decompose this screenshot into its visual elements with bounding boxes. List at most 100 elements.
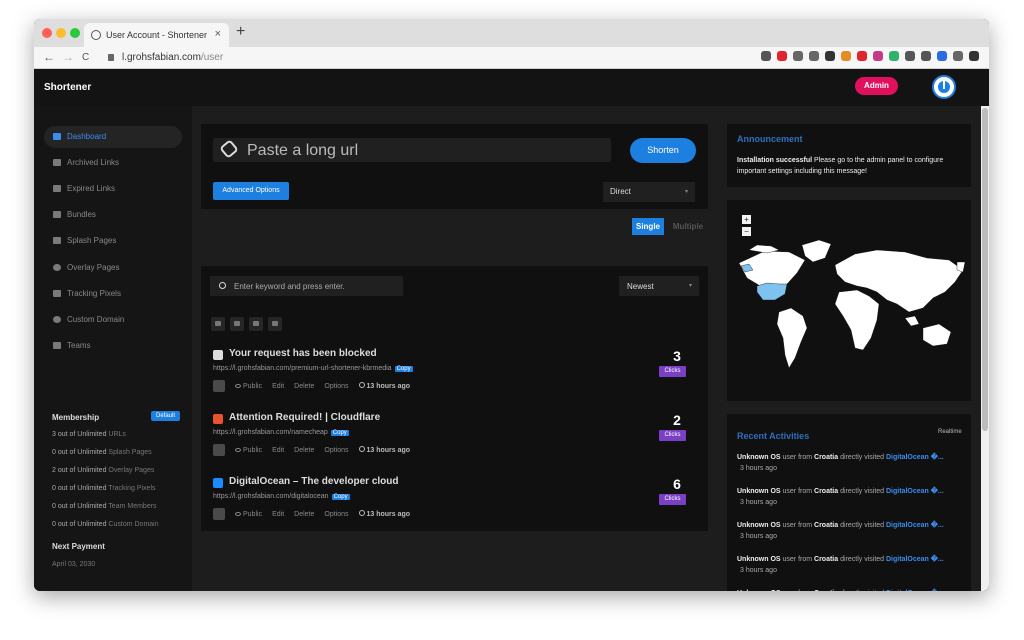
advanced-options-button[interactable]: Advanced Options (213, 182, 289, 200)
address-bar[interactable]: l.grohsfabian.com/user (102, 49, 662, 67)
delete-link[interactable]: Delete (294, 447, 314, 454)
page-scrollbar[interactable] (981, 106, 989, 591)
edit-link[interactable]: Edit (272, 383, 284, 390)
brand-logo[interactable]: Shortener (44, 82, 91, 93)
options-link[interactable]: Options (324, 447, 348, 454)
world-map[interactable] (727, 200, 971, 401)
power-icon[interactable] (932, 75, 956, 99)
extension-icon[interactable] (761, 51, 771, 61)
long-url-field[interactable]: Paste a long url (213, 138, 611, 162)
extension-icon[interactable] (889, 51, 899, 61)
row-checkbox[interactable] (213, 444, 225, 456)
delete-link[interactable]: Delete (294, 383, 314, 390)
realtime-label: Realtime (938, 429, 962, 435)
extension-icon[interactable] (953, 51, 963, 61)
reload-button[interactable]: C (82, 52, 89, 63)
click-count: 2 (673, 412, 681, 428)
search-input[interactable]: Enter keyword and press enter. (234, 282, 345, 291)
extension-icon[interactable] (905, 51, 915, 61)
long-url-input[interactable]: Paste a long url (247, 142, 358, 160)
visited-link[interactable]: DigitalOcean �... (886, 556, 944, 563)
extension-icon[interactable] (825, 51, 835, 61)
sidebar-item-bundles[interactable]: Bundles (44, 204, 182, 226)
shorten-button[interactable]: Shorten (630, 138, 696, 163)
visibility-toggle[interactable]: Public (235, 447, 262, 454)
link-meta: Public Edit Delete Options 13 hours ago (213, 508, 410, 520)
sidebar-item-dashboard[interactable]: Dashboard (44, 126, 182, 148)
folder-icon[interactable] (249, 317, 263, 331)
clicks-badge[interactable]: Clicks (659, 430, 686, 441)
multiple-mode-tab[interactable]: Multiple (668, 218, 708, 235)
extension-icon[interactable] (921, 51, 931, 61)
copy-button[interactable]: Copy (331, 494, 350, 500)
announcement-title: Announcement (737, 134, 803, 144)
site-favicon-icon (213, 350, 223, 360)
short-url[interactable]: https://l.grohsfabian.com/digitalocean Co… (213, 493, 350, 500)
trash-icon[interactable] (268, 317, 282, 331)
options-link[interactable]: Options (324, 511, 348, 518)
admin-button[interactable]: Admin (855, 77, 898, 95)
clicks-badge[interactable]: Clicks (659, 366, 686, 377)
extension-icon[interactable] (937, 51, 947, 61)
row-checkbox[interactable] (213, 508, 225, 520)
visibility-toggle[interactable]: Public (235, 511, 262, 518)
sidebar-item-label: Archived Links (67, 158, 120, 167)
sidebar-item-label: Expired Links (67, 184, 116, 193)
copy-button[interactable]: Copy (330, 430, 349, 436)
visited-link[interactable]: DigitalOcean �... (886, 488, 944, 495)
browser-tab[interactable]: User Account - Shortener × (84, 23, 229, 47)
close-tab-icon[interactable]: × (215, 28, 221, 40)
extension-icon[interactable] (793, 51, 803, 61)
sort-select[interactable]: Newest ▾ (619, 276, 699, 296)
delete-link[interactable]: Delete (294, 511, 314, 518)
visited-link[interactable]: DigitalOcean �... (886, 522, 944, 529)
visited-link[interactable]: DigitalOcean �... (886, 590, 944, 591)
single-mode-tab[interactable]: Single (632, 218, 664, 235)
activity-time: 3 hours ago (740, 567, 777, 574)
highlighted-country[interactable] (756, 282, 788, 301)
extension-icon[interactable] (809, 51, 819, 61)
extension-icon[interactable] (841, 51, 851, 61)
sidebar-item-archived-links[interactable]: Archived Links (44, 152, 182, 174)
sidebar-item-overlay-pages[interactable]: Overlay Pages (44, 257, 182, 279)
visibility-toggle[interactable]: Public (235, 383, 262, 390)
link-title[interactable]: DigitalOcean – The developer cloud (229, 476, 399, 487)
maximize-window-button[interactable] (70, 28, 80, 38)
extension-icon[interactable] (857, 51, 867, 61)
link-title[interactable]: Attention Required! | Cloudflare (229, 412, 380, 423)
site-favicon-icon (213, 478, 223, 488)
sidebar-item-expired-links[interactable]: Expired Links (44, 178, 182, 200)
minimize-window-button[interactable] (56, 28, 66, 38)
forward-button[interactable]: → (62, 50, 74, 64)
extension-icon[interactable] (777, 51, 787, 61)
scrollbar-thumb[interactable] (982, 108, 988, 431)
visited-link[interactable]: DigitalOcean �... (886, 454, 944, 461)
select-all-icon[interactable] (211, 317, 225, 331)
browser-toolbar: ← → C l.grohsfabian.com/user (34, 47, 989, 69)
short-url[interactable]: https://l.grohsfabian.com/premium-url-sh… (213, 365, 413, 372)
back-button[interactable]: ← (43, 50, 55, 64)
sidebar-item-custom-domain[interactable]: Custom Domain (44, 309, 182, 331)
activity-item: Unknown OS user from Croatia directly vi… (737, 554, 967, 576)
extension-icon[interactable] (873, 51, 883, 61)
close-window-button[interactable] (42, 28, 52, 38)
usage-tracking-pixels: 0 out of Unlimited Tracking Pixels (52, 485, 156, 492)
options-link[interactable]: Options (324, 383, 348, 390)
edit-link[interactable]: Edit (272, 511, 284, 518)
new-tab-button[interactable]: + (236, 23, 245, 41)
short-url[interactable]: https://l.grohsfabian.com/namecheap Copy (213, 429, 349, 436)
sidebar-item-teams[interactable]: Teams (44, 335, 182, 357)
row-checkbox[interactable] (213, 380, 225, 392)
clicks-badge[interactable]: Clicks (659, 494, 686, 505)
search-field[interactable]: Enter keyword and press enter. (210, 276, 403, 296)
edit-link[interactable]: Edit (272, 447, 284, 454)
clock-icon (358, 446, 365, 452)
copy-button[interactable]: Copy (394, 366, 413, 372)
sidebar-item-splash-pages[interactable]: Splash Pages (44, 230, 182, 252)
sidebar: Dashboard Archived Links Expired Links B… (34, 106, 192, 591)
sidebar-item-tracking-pixels[interactable]: Tracking Pixels (44, 283, 182, 305)
redirect-type-select[interactable]: Direct ▾ (603, 182, 695, 202)
link-title[interactable]: Your request has been blocked (229, 348, 377, 359)
extension-icon[interactable] (969, 51, 979, 61)
archive-icon[interactable] (230, 317, 244, 331)
